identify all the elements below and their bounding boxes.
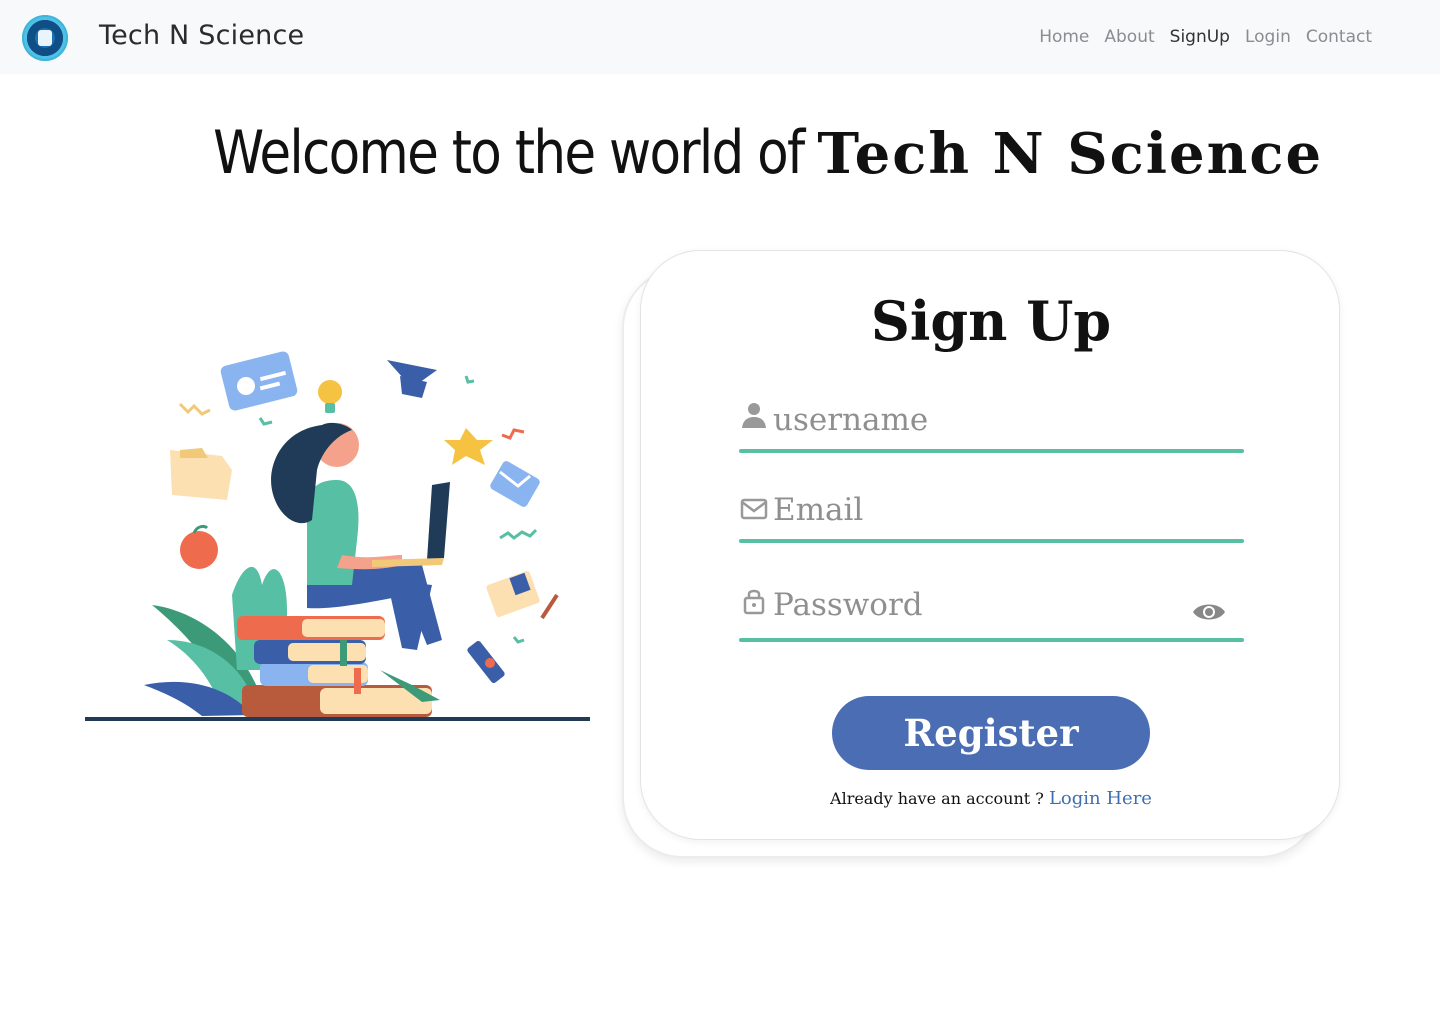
nav-home[interactable]: Home	[1039, 27, 1089, 47]
nav-about[interactable]: About	[1104, 27, 1154, 47]
password-underline	[739, 638, 1244, 642]
login-prompt: Already have an account ? Login Here	[641, 788, 1341, 809]
email-field	[739, 486, 1244, 556]
nav-login[interactable]: Login	[1245, 27, 1291, 47]
lock-icon	[743, 589, 765, 615]
headline-brand: Tech N Science	[817, 121, 1324, 187]
password-input[interactable]	[773, 581, 1193, 629]
username-input[interactable]	[773, 396, 1193, 444]
username-field	[739, 396, 1244, 466]
register-button[interactable]: Register	[832, 696, 1150, 770]
signup-title: Sign Up	[870, 289, 1112, 353]
nav-signup[interactable]: SignUp	[1170, 27, 1230, 47]
login-here-link[interactable]: Login Here	[1049, 788, 1152, 809]
student-illustration	[85, 351, 590, 721]
user-icon	[742, 403, 766, 428]
login-prompt-text: Already have an account ?	[830, 789, 1044, 808]
navbar: Tech N Science Home About SignUp Login C…	[0, 0, 1440, 74]
headline-lead: Welcome to the world of	[212, 118, 805, 188]
email-underline	[739, 539, 1244, 543]
nav-contact[interactable]: Contact	[1306, 27, 1372, 47]
username-underline	[739, 449, 1244, 453]
email-input[interactable]	[773, 486, 1193, 534]
logo-icon[interactable]	[22, 15, 68, 61]
brand-name[interactable]: Tech N Science	[99, 20, 304, 51]
page-headline: Welcome to the world of Tech N Science	[0, 118, 1440, 188]
logo-inner	[38, 30, 52, 46]
password-field	[739, 581, 1244, 651]
nav-links: Home About SignUp Login Contact	[1039, 27, 1372, 47]
eye-icon[interactable]	[1192, 599, 1226, 625]
signup-card: Sign Up Register Already hav	[640, 250, 1340, 840]
mail-icon	[740, 498, 768, 520]
